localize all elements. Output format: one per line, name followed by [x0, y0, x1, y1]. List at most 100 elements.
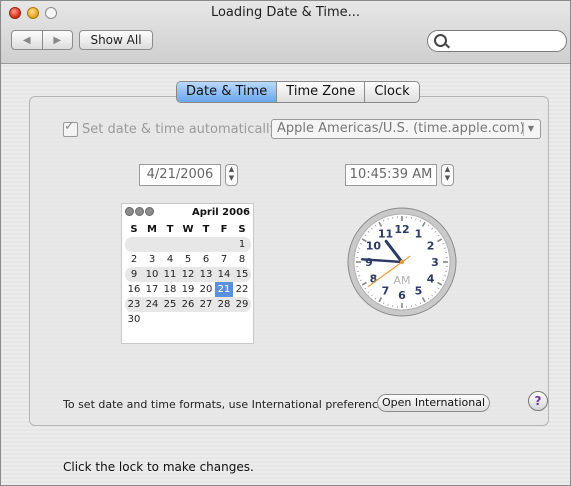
calendar-day — [179, 312, 197, 327]
today-button[interactable] — [135, 207, 144, 216]
next-month-button[interactable] — [145, 207, 154, 216]
intl-note: To set date and time formats, use Intern… — [63, 398, 395, 411]
calendar-day[interactable]: 4 — [161, 252, 179, 267]
calendar-week-row: 2345678 — [125, 252, 251, 267]
calendar-weekday: M — [147, 224, 157, 235]
calendar-day[interactable]: 13 — [197, 267, 215, 282]
calendar-day[interactable]: 16 — [125, 282, 143, 297]
back-forward-control[interactable]: ◀ ▶ — [11, 30, 73, 50]
calendar-day[interactable]: 25 — [161, 297, 179, 312]
calendar-day[interactable]: 18 — [161, 282, 179, 297]
prev-month-button[interactable] — [125, 207, 134, 216]
settings-panel — [29, 96, 549, 426]
clock-number: 3 — [431, 256, 439, 269]
calendar-day[interactable]: 29 — [233, 297, 251, 312]
calendar-day — [197, 237, 215, 252]
calendar-day — [233, 312, 251, 327]
calendar-day[interactable]: 20 — [197, 282, 215, 297]
clock-number: 10 — [366, 240, 382, 253]
calendar-day — [197, 312, 215, 327]
calendar-grid: S M T W T F S 1 2 3 4 5 6 7 8 9 10 11 12 13 14 15 16 17 18 19 20 21… — [125, 222, 251, 327]
open-international-button[interactable]: Open International — [377, 394, 490, 412]
auto-time-label: Set date & time automatically: — [82, 122, 281, 137]
tab-time-zone[interactable]: Time Zone — [277, 82, 366, 102]
title-bar: Loading Date & Time... ◀ ▶ Show All — [1, 1, 570, 64]
calendar-day — [161, 237, 179, 252]
calendar-day[interactable]: 27 — [197, 297, 215, 312]
calendar-week-row: 23 24 25 26 27 28 29 — [125, 297, 251, 312]
calendar-day[interactable]: 11 — [161, 267, 179, 282]
clock-number: 2 — [427, 240, 435, 253]
calendar-day[interactable]: 17 — [143, 282, 161, 297]
time-server-select[interactable]: Apple Americas/U.S. (time.apple.com) ▼ — [271, 119, 541, 139]
calendar-day[interactable]: 3 — [143, 252, 161, 267]
calendar-nav — [125, 207, 155, 216]
calendar-day[interactable]: 22 — [233, 282, 251, 297]
search-icon — [434, 34, 447, 47]
calendar-day[interactable]: 24 — [143, 297, 161, 312]
search-field[interactable] — [427, 30, 567, 52]
clock-center — [399, 259, 405, 265]
time-field[interactable]: 10:45:39 AM — [345, 164, 437, 186]
calendar-weekday: S — [238, 224, 246, 235]
calendar-day — [125, 237, 143, 252]
calendar-day[interactable]: 28 — [215, 297, 233, 312]
calendar-day — [215, 312, 233, 327]
search-input[interactable] — [450, 33, 560, 49]
calendar-header: April 2006 — [125, 207, 250, 221]
time-stepper[interactable]: ▲ ▼ — [441, 164, 454, 186]
calendar-day[interactable]: 6 — [197, 252, 215, 267]
calendar-day — [161, 312, 179, 327]
calendar-week-row: 9 10 11 12 13 14 15 — [125, 267, 251, 282]
auto-time-checkbox[interactable] — [63, 119, 78, 137]
clock-ampm: AM — [393, 274, 410, 287]
calendar-day[interactable]: 12 — [179, 267, 197, 282]
clock-number: 5 — [415, 285, 423, 298]
show-all-button[interactable]: Show All — [79, 30, 153, 50]
calendar-day[interactable]: 1 — [233, 237, 251, 252]
calendar-week-row: 1 — [125, 237, 251, 252]
calendar-weekday: T — [202, 224, 210, 235]
clock-number: 9 — [365, 256, 373, 269]
calendar-weekday: T — [166, 224, 174, 235]
calendar-day[interactable]: 8 — [233, 252, 251, 267]
calendar-week-row: 30 — [125, 312, 251, 327]
clock-number: 12 — [394, 223, 409, 236]
help-button[interactable]: ? — [528, 391, 548, 411]
calendar-day[interactable]: 10 — [143, 267, 161, 282]
calendar-day[interactable]: 26 — [179, 297, 197, 312]
chevron-down-icon: ▼ — [523, 122, 538, 136]
date-field[interactable]: 4/21/2006 — [139, 164, 221, 186]
preferences-window: Loading Date & Time... ◀ ▶ Show All Date… — [0, 0, 571, 486]
tab-date-time[interactable]: Date & Time — [177, 82, 278, 102]
time-server-value: Apple Americas/U.S. (time.apple.com) — [277, 121, 525, 136]
forward-arrow-icon[interactable]: ▶ — [43, 35, 73, 46]
tab-clock[interactable]: Clock — [365, 82, 418, 102]
calendar-weekday: W — [182, 224, 194, 235]
calendar-day[interactable]: 2 — [125, 252, 143, 267]
lock-note: Click the lock to make changes. — [63, 460, 254, 474]
calendar-day — [143, 237, 161, 252]
clock-number: 6 — [398, 289, 406, 302]
date-stepper[interactable]: ▲ ▼ — [225, 164, 238, 186]
back-arrow-icon[interactable]: ◀ — [12, 35, 42, 46]
analog-clock: 12 12 3 45678 9 1011 AM — [347, 207, 457, 317]
calendar-day-selected[interactable]: 21 — [215, 282, 233, 297]
calendar-day[interactable]: 9 — [125, 267, 143, 282]
calendar-day[interactable]: 23 — [125, 297, 143, 312]
calendar-day[interactable]: 15 — [233, 267, 251, 282]
calendar-day — [179, 237, 197, 252]
calendar-day[interactable]: 14 — [215, 267, 233, 282]
calendar-month-label: April 2006 — [192, 207, 250, 218]
auto-time-setting: Set date & time automatically: — [63, 119, 281, 137]
clock-number: 4 — [427, 273, 435, 286]
calendar-day[interactable]: 7 — [215, 252, 233, 267]
clock-number: 11 — [378, 227, 393, 240]
calendar-day[interactable]: 19 — [179, 282, 197, 297]
calendar-day[interactable]: 5 — [179, 252, 197, 267]
calendar-day — [215, 237, 233, 252]
calendar-weekday-row: SMTWTFS — [125, 222, 251, 237]
calendar-day[interactable]: 30 — [125, 312, 143, 327]
calendar: April 2006 S M T W T F S 1 2 3 4 5 6 7 8 9 10 11 12 13 14 15 1… — [121, 203, 254, 344]
window-title: Loading Date & Time... — [210, 5, 361, 20]
